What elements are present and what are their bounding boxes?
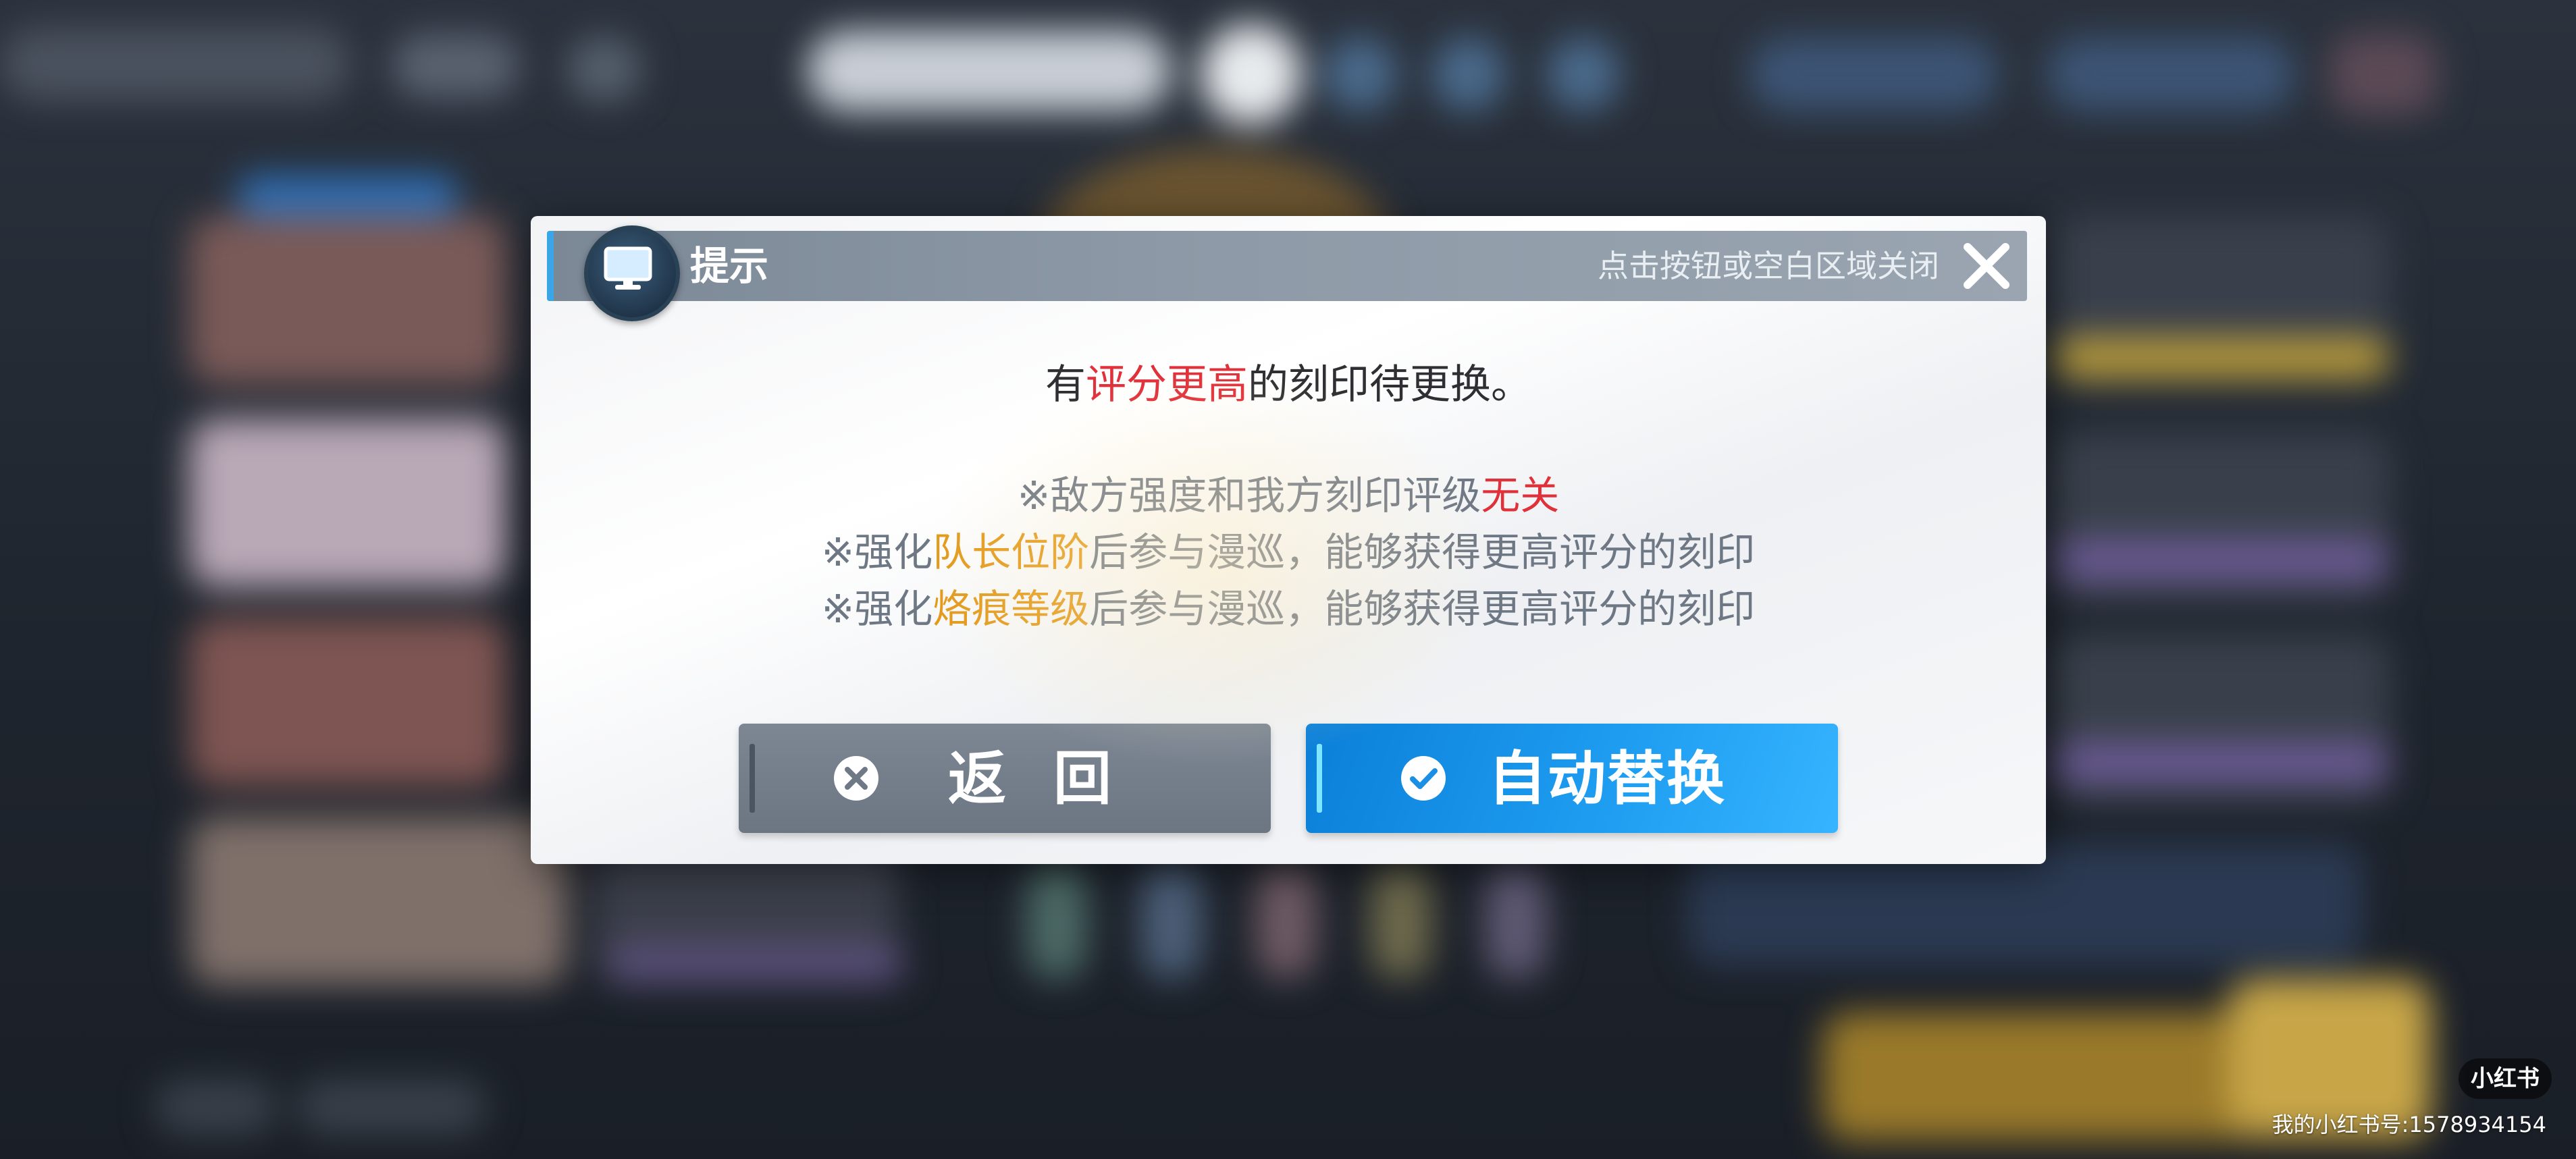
- note-prefix: ※强化: [821, 586, 933, 632]
- note-line: ※强化烙痕等级后参与漫巡，能够获得更高评分的刻印: [531, 581, 2046, 637]
- monitor-icon: [584, 225, 680, 321]
- back-button-label: 返回: [948, 745, 1159, 813]
- button-stripe: [1317, 744, 1322, 813]
- auto-replace-button-label: 自动替换: [1488, 745, 1726, 813]
- close-hint: 点击按钮或空白区域关闭: [1598, 248, 1939, 284]
- check-circle-icon: [1399, 754, 1448, 805]
- note-prefix: ※强化: [821, 529, 933, 575]
- dialog-title: 提示: [690, 243, 769, 289]
- message-suffix: 的刻印待更换。: [1248, 361, 1531, 408]
- main-message: 有评分更高的刻印待更换。: [531, 358, 2046, 412]
- message-highlight: 评分更高: [1086, 361, 1248, 408]
- note-suffix: 后参与漫巡，能够获得更高评分的刻印: [1089, 529, 1756, 575]
- watermark-account: 我的小红书号:1578934154: [2271, 1112, 2546, 1137]
- dialog-title-bar: 提示 点击按钮或空白区域关闭: [547, 225, 2027, 321]
- note-line: ※敌方强度和我方刻印评级无关: [531, 467, 2046, 524]
- notes-list: ※敌方强度和我方刻印评级无关 ※强化队长位阶后参与漫巡，能够获得更高评分的刻印 …: [531, 467, 2046, 637]
- back-button[interactable]: 返回: [739, 724, 1271, 833]
- note-line: ※强化队长位阶后参与漫巡，能够获得更高评分的刻印: [531, 524, 2046, 581]
- note-prefix: ※敌方强度和我方刻印评级: [1017, 473, 1481, 518]
- x-circle-icon: [832, 754, 880, 805]
- note-suffix: 后参与漫巡，能够获得更高评分的刻印: [1089, 586, 1756, 632]
- note-highlight: 烙痕等级: [932, 586, 1090, 632]
- button-stripe: [750, 744, 755, 813]
- auto-replace-button[interactable]: 自动替换: [1306, 724, 1838, 833]
- message-prefix: 有: [1045, 361, 1086, 408]
- note-highlight: 队长位阶: [932, 529, 1090, 575]
- prompt-dialog: 提示 点击按钮或空白区域关闭 有评分更高的刻印待更换。 ※敌方强度和我方刻印评级…: [531, 216, 2046, 864]
- watermark-logo: 小红书: [2459, 1058, 2552, 1099]
- title-accent: [547, 231, 554, 301]
- note-highlight: 无关: [1481, 473, 1560, 518]
- close-icon[interactable]: [1961, 240, 2012, 292]
